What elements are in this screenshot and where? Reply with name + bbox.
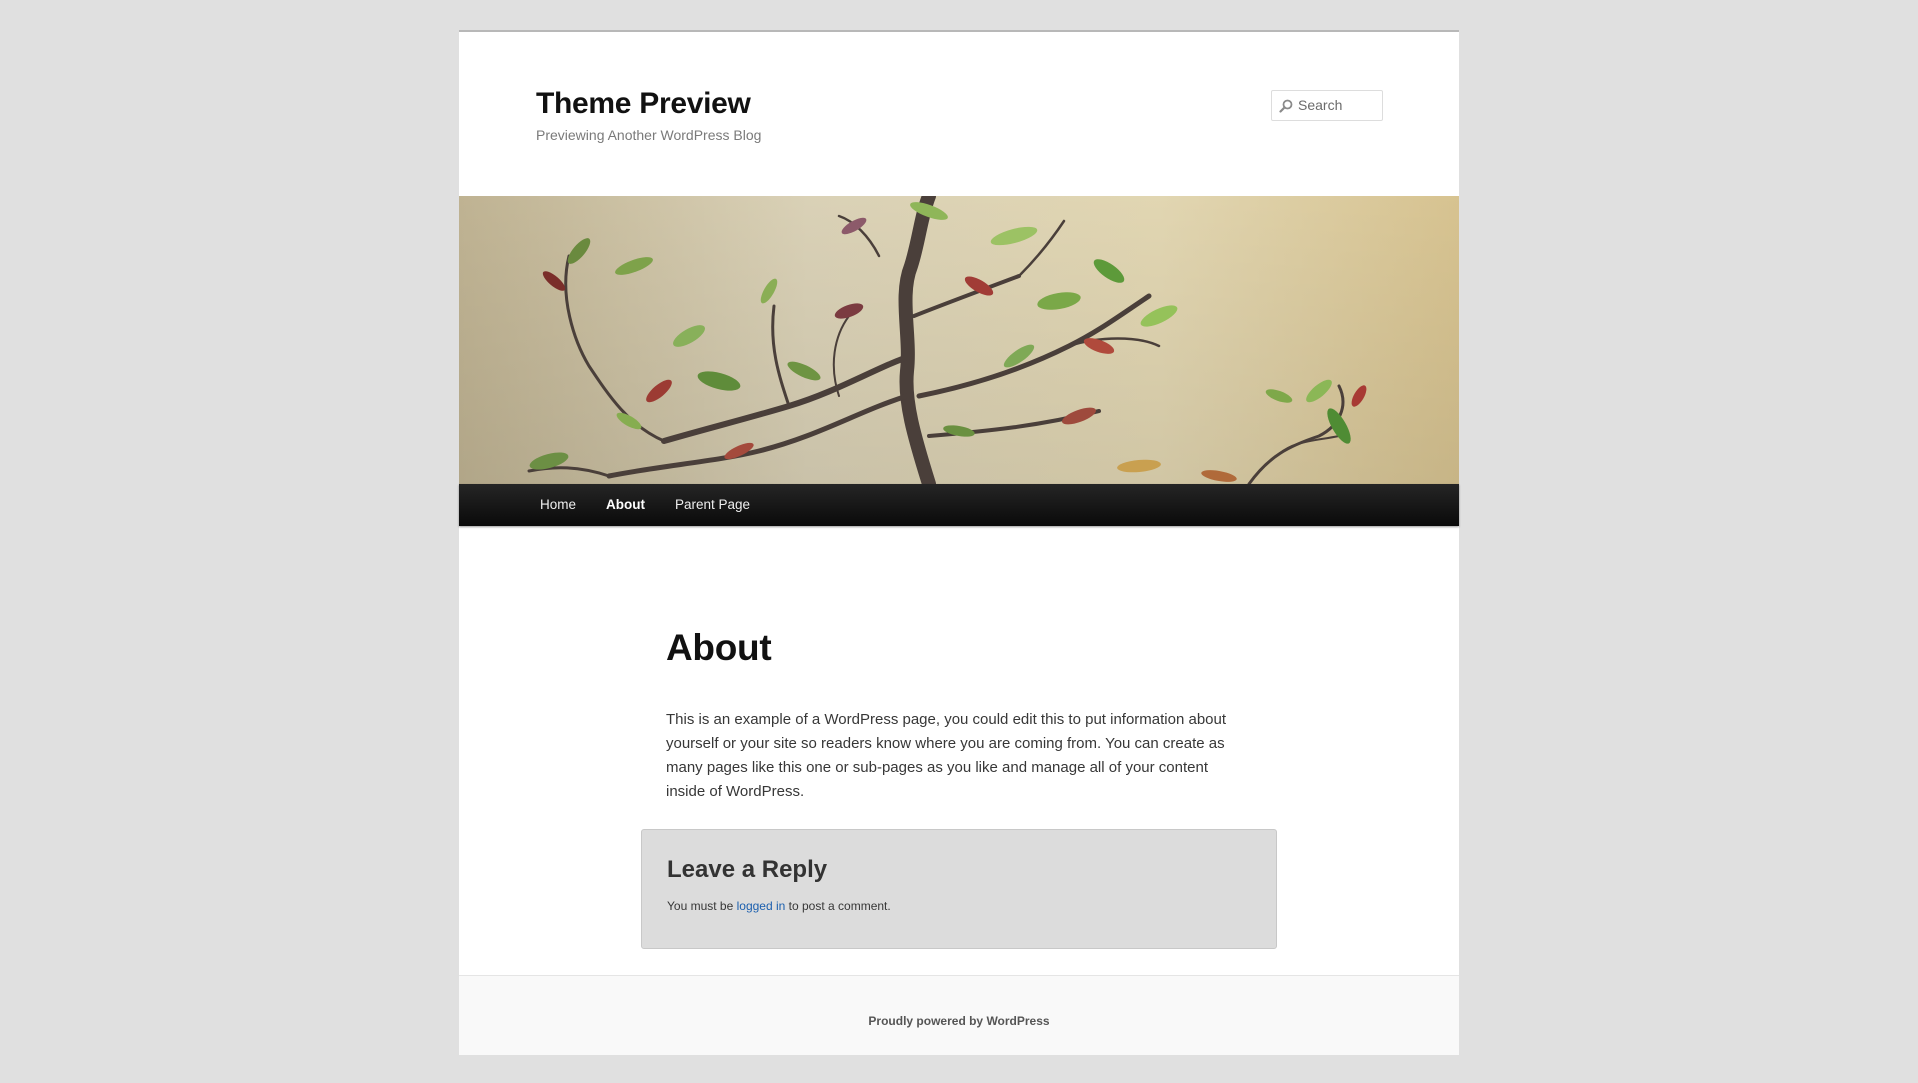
comment-respond-box: Leave a Reply You must be logged in to p… [641, 829, 1277, 949]
nav-item-home[interactable]: Home [540, 484, 576, 526]
search-input[interactable] [1298, 93, 1378, 117]
nav-item-parent-page[interactable]: Parent Page [675, 484, 750, 526]
main-navigation: Home About Parent Page [459, 484, 1459, 526]
search-icon [1279, 99, 1293, 113]
footer-credit-link[interactable]: Proudly powered by WordPress [459, 1014, 1459, 1028]
login-link[interactable]: logged in [737, 899, 786, 913]
nav-item-about[interactable]: About [606, 484, 645, 526]
site-title[interactable]: Theme Preview [536, 87, 751, 121]
site-description: Previewing Another WordPress Blog [536, 127, 762, 143]
header-image [459, 196, 1459, 484]
site-footer: Proudly powered by WordPress [459, 975, 1459, 1055]
search-form[interactable] [1271, 90, 1383, 121]
page-container: Theme Preview Previewing Another WordPre… [459, 30, 1459, 1055]
must-log-in-prefix: You must be [667, 899, 737, 913]
must-log-in-notice: You must be logged in to post a comment. [667, 899, 891, 913]
page-title: About [666, 627, 772, 668]
reply-title: Leave a Reply [667, 856, 828, 883]
must-log-in-suffix: to post a comment. [785, 899, 891, 913]
page-content: This is an example of a WordPress page, … [666, 711, 1227, 800]
